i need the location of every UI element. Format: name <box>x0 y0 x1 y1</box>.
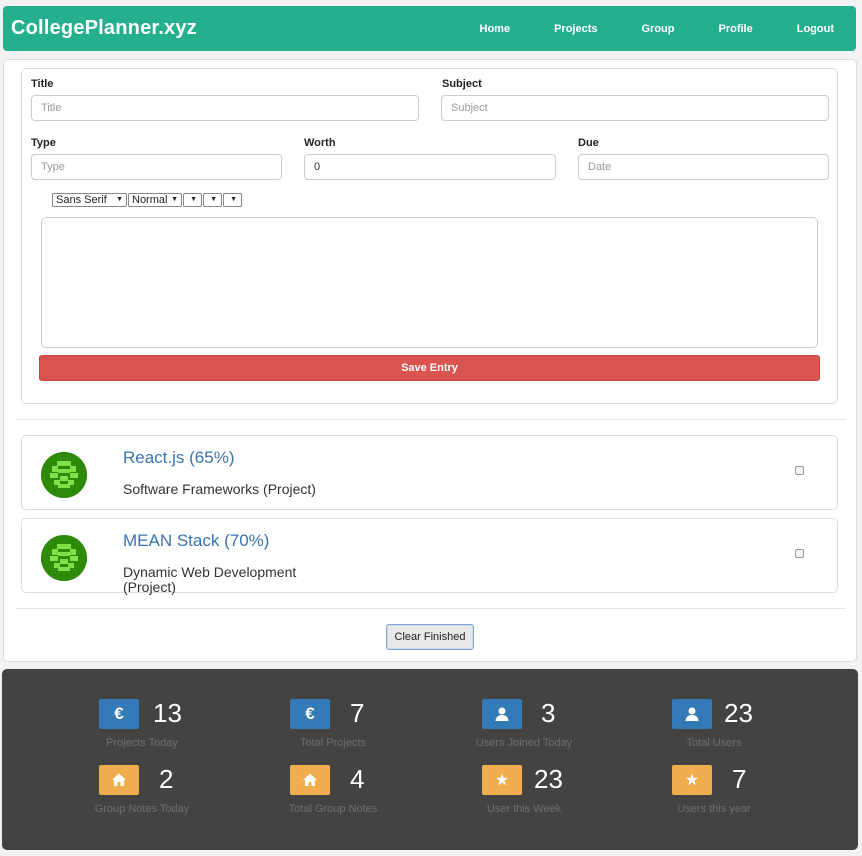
finished-checkbox[interactable] <box>795 549 804 558</box>
font-select-value: Sans Serif <box>56 194 107 206</box>
stat-user-this-week: ★ 23 User this Week <box>434 764 614 825</box>
align-select[interactable]: ▼ <box>223 193 242 207</box>
stat-total-projects: € 7 Total Projects <box>243 698 423 759</box>
entry-subtitle: Dynamic Web Development (Project) <box>123 564 297 595</box>
nav-group[interactable]: Group <box>619 23 696 35</box>
entry-card: MEAN Stack (70%) Dynamic Web Development… <box>21 518 838 595</box>
editor-toolbar: Sans Serif ▼ Normal ▼ ▼ ▼ ▼ <box>52 193 243 207</box>
stat-total-users: 23 Total Users <box>624 698 804 759</box>
divider <box>16 608 846 609</box>
type-label: Type <box>31 137 56 149</box>
avatar <box>41 535 87 581</box>
subject-input[interactable] <box>441 95 829 121</box>
user-icon <box>672 699 712 729</box>
stat-value: 23 <box>534 764 563 794</box>
home-icon <box>290 765 330 795</box>
dropdown-arrow-icon: ▼ <box>116 196 123 203</box>
entry-title[interactable]: MEAN Stack (70%) <box>123 531 269 551</box>
stat-value: 7 <box>732 764 747 794</box>
stats-panel: € 13 Projects Today € 7 Total Projects 3… <box>2 669 858 850</box>
title-input[interactable] <box>31 95 419 121</box>
entry-card: React.js (65%) Software Frameworks (Proj… <box>21 435 838 510</box>
home-icon <box>99 765 139 795</box>
user-icon <box>482 699 522 729</box>
stat-label: User this Week <box>486 803 562 815</box>
title-label: Title <box>31 78 54 90</box>
identicon-icon <box>41 535 87 581</box>
stat-label: Total Projects <box>299 737 367 749</box>
header-select[interactable]: ▼ <box>183 193 202 207</box>
stat-users-joined-today: 3 Users Joined Today <box>434 698 614 759</box>
worth-label: Worth <box>304 137 336 149</box>
dropdown-arrow-icon: ▼ <box>230 196 237 203</box>
rich-text-editor[interactable] <box>41 217 818 348</box>
stat-value: 13 <box>153 698 182 728</box>
nav-home[interactable]: Home <box>457 23 532 35</box>
main-panel: Title Subject Type Worth Due Sans Serif ▼… <box>3 59 857 662</box>
stat-projects-today: € 13 Projects Today <box>52 698 232 759</box>
entry-subtitle: Software Frameworks (Project) <box>123 481 316 497</box>
stat-group-notes-today: 2 Group Notes Today <box>52 764 232 825</box>
stat-value: 23 <box>724 698 753 728</box>
identicon-icon <box>41 452 87 498</box>
size-select-value: Normal <box>132 194 168 206</box>
nav-logout[interactable]: Logout <box>774 23 856 35</box>
entry-form: Title Subject Type Worth Due Sans Serif ▼… <box>21 68 838 404</box>
brand-logo[interactable]: CollegePlanner.xyz <box>11 17 197 40</box>
stat-label: Users Joined Today <box>475 737 573 749</box>
stat-label: Projects Today <box>106 737 178 749</box>
avatar <box>41 452 87 498</box>
finished-checkbox[interactable] <box>795 466 804 475</box>
euro-icon: € <box>99 699 139 729</box>
dropdown-arrow-icon: ▼ <box>210 196 217 203</box>
due-label: Due <box>578 137 599 149</box>
stat-total-group-notes: 4 Total Group Notes <box>243 764 423 825</box>
stat-users-this-year: ★ 7 Users this year <box>624 764 804 825</box>
stat-label: Total Users <box>686 737 742 749</box>
nav-projects[interactable]: Projects <box>531 23 618 35</box>
nav-links: Home Projects Group Profile Logout <box>457 6 856 51</box>
divider <box>16 419 846 420</box>
type-input[interactable] <box>31 154 282 180</box>
dropdown-arrow-icon: ▼ <box>190 196 197 203</box>
size-select[interactable]: Normal ▼ <box>128 193 182 207</box>
stat-value: 4 <box>350 764 365 794</box>
entry-title[interactable]: React.js (65%) <box>123 448 234 468</box>
save-entry-button[interactable]: Save Entry <box>39 355 820 381</box>
worth-input[interactable] <box>304 154 556 180</box>
stat-value: 2 <box>159 764 174 794</box>
clear-finished-button[interactable]: Clear Finished <box>386 624 474 650</box>
nav-profile[interactable]: Profile <box>696 23 774 35</box>
star-icon: ★ <box>482 765 522 795</box>
subject-label: Subject <box>442 78 482 90</box>
stat-label: Group Notes Today <box>94 803 190 815</box>
due-date-input[interactable] <box>578 154 829 180</box>
stat-value: 7 <box>350 698 365 728</box>
top-navbar: CollegePlanner.xyz Home Projects Group P… <box>3 6 856 51</box>
stat-label: Users this year <box>677 803 751 815</box>
star-icon: ★ <box>672 765 712 795</box>
color-select[interactable]: ▼ <box>203 193 222 207</box>
euro-icon: € <box>290 699 330 729</box>
font-select[interactable]: Sans Serif ▼ <box>52 193 127 207</box>
stat-value: 3 <box>541 698 556 728</box>
dropdown-arrow-icon: ▼ <box>171 196 178 203</box>
stat-label: Total Group Notes <box>288 803 378 815</box>
